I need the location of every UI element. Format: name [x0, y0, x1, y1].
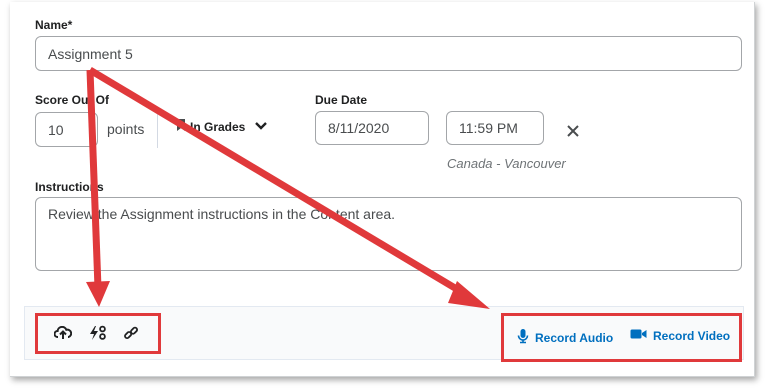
annotation-arrow-down — [86, 69, 102, 289]
annotation-arrowhead-down — [86, 281, 110, 307]
annotation-arrow-diagonal — [88, 66, 467, 298]
annotation-arrows — [86, 66, 490, 309]
